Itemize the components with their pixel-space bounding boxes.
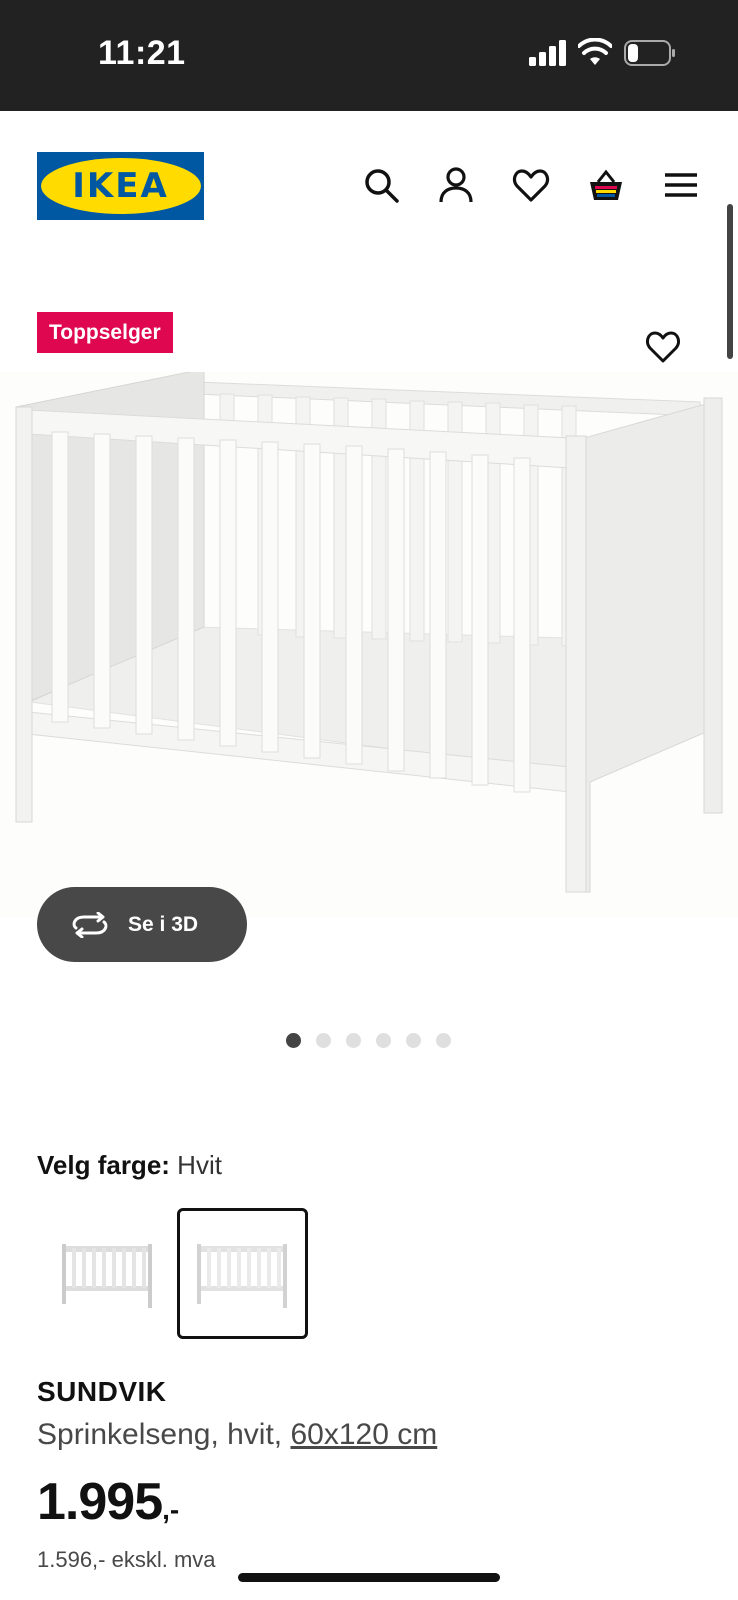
ikea-logo[interactable]: IKEA [37,152,204,220]
carousel-dot[interactable] [346,1033,361,1048]
wifi-icon [578,38,612,65]
view-3d-label: Se i 3D [128,912,199,936]
price-value: 1.995 [37,1473,163,1531]
product-description: Sprinkelseng, hvit, 60x120 cm [37,1418,437,1452]
basket-icon[interactable] [587,166,625,204]
product-image[interactable] [0,368,738,917]
favorite-product-button[interactable] [645,330,681,364]
carousel-dot[interactable] [316,1033,331,1048]
crib-thumbnail [196,1243,287,1308]
user-icon[interactable] [437,166,475,204]
home-indicator[interactable] [238,1573,500,1582]
heart-icon [646,331,680,363]
product-size-link[interactable]: 60x120 cm [290,1418,437,1451]
carousel-dot[interactable] [286,1033,301,1048]
logo-text: IKEA [72,166,169,206]
carousel-dot[interactable] [436,1033,451,1048]
color-value: Hvit [177,1150,222,1180]
menu-icon[interactable] [662,166,700,204]
carousel-dot[interactable] [376,1033,391,1048]
search-icon[interactable] [362,166,400,204]
scrollbar[interactable] [727,204,733,359]
color-swatch-option[interactable] [42,1208,173,1339]
carousel-dots [286,1033,451,1048]
carousel-dot[interactable] [406,1033,421,1048]
product-name: SUNDVIK [37,1376,167,1407]
product-price: 1.995,- [37,1472,179,1532]
product-description-text: Sprinkelseng, hvit, [37,1418,291,1451]
logo-oval: IKEA [40,158,201,214]
view-3d-button[interactable]: Se i 3D [37,887,247,962]
color-swatch-selected[interactable] [177,1208,308,1339]
heart-icon[interactable] [512,166,550,204]
signal-icon [529,40,566,66]
bestseller-badge: Toppselger [37,312,173,353]
color-selector-label: Velg farge: Hvit [37,1150,222,1181]
battery-icon [624,40,675,66]
price-suffix: ,- [162,1494,180,1525]
status-bar: 11:21 [0,0,738,111]
color-label-heading: Velg farge: [37,1150,170,1180]
crib-thumbnail [61,1243,152,1308]
rotate-3d-icon [72,911,108,938]
price-excl-vat: 1.596,- ekskl. mva [37,1547,216,1572]
status-time: 11:21 [98,34,186,72]
